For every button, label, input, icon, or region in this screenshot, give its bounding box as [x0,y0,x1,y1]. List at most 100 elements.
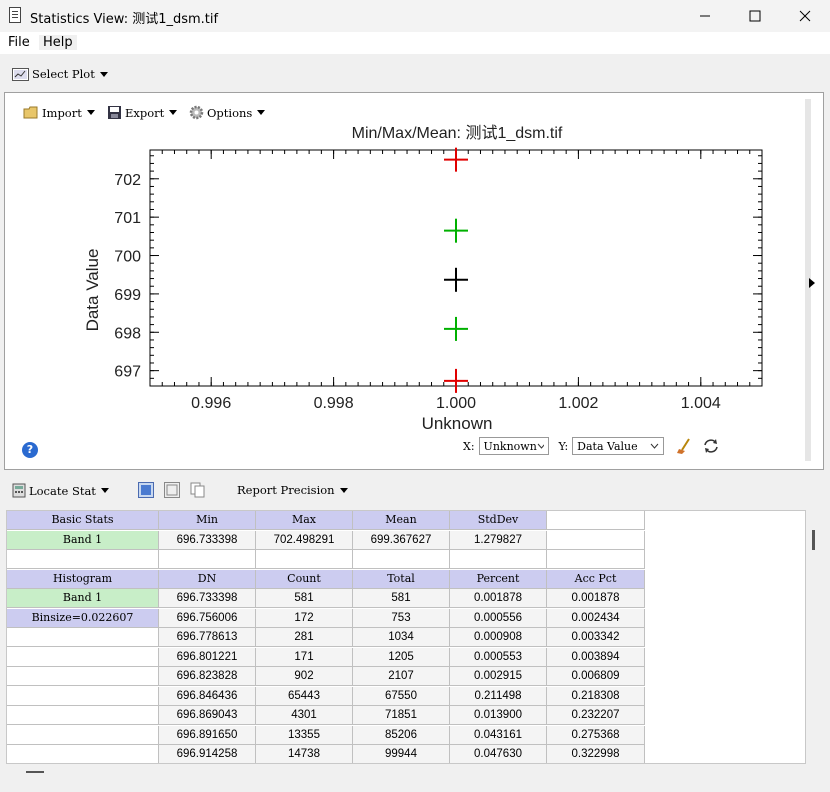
plot-panel: Import Export Options Min/Max/Mean: 测试1_… [4,92,824,470]
histogram-cell: 581 [256,589,353,608]
import-button[interactable]: Import [23,105,95,120]
histogram-cell: 696.823828 [159,667,256,686]
maximize-button[interactable] [730,0,780,32]
histogram-cell: 0.047630 [450,745,547,763]
histogram-cell: 71851 [353,706,450,725]
data-point-marker [444,147,468,172]
chevron-down-icon [86,110,95,115]
view-mode-1-icon[interactable] [138,482,154,498]
histogram-cell: 753 [353,609,450,628]
empty-cell [450,550,547,569]
chevron-down-icon [169,110,178,115]
histogram-cell: 67550 [353,687,450,706]
empty-cell [547,550,645,569]
select-plot-button[interactable]: Select Plot [12,67,108,81]
y-tick-label: 700 [114,249,141,266]
x-tick-label: 0.998 [314,395,354,412]
histogram-cell: 696.756006 [159,609,256,628]
basic-stats-cell: 702.498291 [256,531,353,550]
basic-stats-cell: 699.367627 [353,531,450,550]
histogram-cell: 0.003342 [547,628,645,647]
x-axis-select[interactable]: Unknown [478,437,549,455]
histogram-header-cell: Acc Pct [547,570,645,589]
chevron-down-icon [100,488,109,493]
data-point-marker [444,368,468,393]
close-button[interactable] [780,0,830,32]
basic-stats-cell: Band 1 [7,531,159,550]
y-axis-select-value: Data Value [577,439,638,453]
data-point-marker [444,218,468,243]
x-axis-select-value: Unknown [483,439,537,453]
y-tick-label: 702 [114,172,141,189]
x-tick-label: 1.000 [436,395,476,412]
copy-icon[interactable] [190,482,206,498]
empty-cell [547,511,645,530]
locate-stat-label: Locate Stat [29,483,96,498]
histogram-header-cell: Percent [450,570,547,589]
statistics-grid: Basic Stats Min Max Mean StdDev Band 1 696.733… [6,510,806,764]
gear-icon [189,105,204,120]
axes-selector: X: Unknown Y: Data Value [463,437,720,455]
view-mode-2-icon[interactable] [164,482,180,498]
y-tick-label: 699 [114,287,141,304]
histogram-cell: 0.218308 [547,687,645,706]
folder-icon [23,106,38,119]
x-tick-label: 1.002 [558,395,598,412]
expand-right-icon[interactable] [808,277,816,289]
y-axis-ticks: 697 698 699 700 701 702 [114,155,762,387]
empty-cell [159,550,256,569]
histogram-cell: 0.013900 [450,706,547,725]
report-precision-button[interactable]: Report Precision [237,483,348,497]
options-button[interactable]: Options [189,105,266,120]
histogram-cell: 0.003894 [547,648,645,667]
histogram-label-cell [7,648,159,667]
chart-icon [12,67,29,81]
menu-help[interactable]: Help [39,35,77,50]
resize-handle[interactable] [26,771,44,773]
histogram-cell: 0.006809 [547,667,645,686]
locate-stat-button[interactable]: Locate Stat [12,483,109,498]
basic-stats-header-cell: Min [159,511,256,530]
help-icon[interactable]: ? [22,442,38,458]
histogram-cell: 0.043161 [450,726,547,745]
statistics-panel: Locate Stat Report Precision Basic Stats… [0,472,830,792]
histogram-cell: 99944 [353,745,450,763]
grid-vertical-scrollbar[interactable] [812,530,815,550]
histogram-cell: 2107 [353,667,450,686]
app-icon [9,7,21,23]
chevron-down-icon [99,71,108,77]
y-tick-label: 698 [114,325,141,342]
y-tick-label: 697 [114,364,141,381]
histogram-cell: 0.275368 [547,726,645,745]
basic-stats-header-cell: Mean [353,511,450,530]
histogram-cell: 581 [353,589,450,608]
export-label: Export [125,105,165,120]
main-toolbar: Select Plot [0,54,830,92]
menu-bar: File Help [0,32,830,54]
x-tick-label: 1.004 [681,395,721,412]
histogram-cell: 902 [256,667,353,686]
histogram-cell: 85206 [353,726,450,745]
histogram-cell: 172 [256,609,353,628]
report-precision-label: Report Precision [237,483,335,497]
menu-file[interactable]: File [4,35,34,50]
chart-title: Min/Max/Mean: 测试1_dsm.tif [352,124,563,142]
chevron-down-icon [257,110,266,115]
histogram-cell: 696.914258 [159,745,256,763]
y-axis-select[interactable]: Data Value [572,437,665,455]
y-selector-label: Y: [558,439,569,453]
histogram-cell: 0.001878 [450,589,547,608]
minimize-button[interactable] [680,0,730,32]
histogram-label-cell: Binsize=0.022607 [7,609,159,628]
refresh-icon[interactable] [702,437,720,455]
histogram-cell: 1205 [353,648,450,667]
broom-icon[interactable] [676,437,694,455]
histogram-header-cell: DN [159,570,256,589]
empty-cell [353,550,450,569]
chevron-down-icon [537,443,544,449]
export-button[interactable]: Export [107,105,178,120]
histogram-header-cell: Count [256,570,353,589]
save-icon [108,106,121,119]
histogram-cell: 696.869043 [159,706,256,725]
histogram-cell: 696.891650 [159,726,256,745]
